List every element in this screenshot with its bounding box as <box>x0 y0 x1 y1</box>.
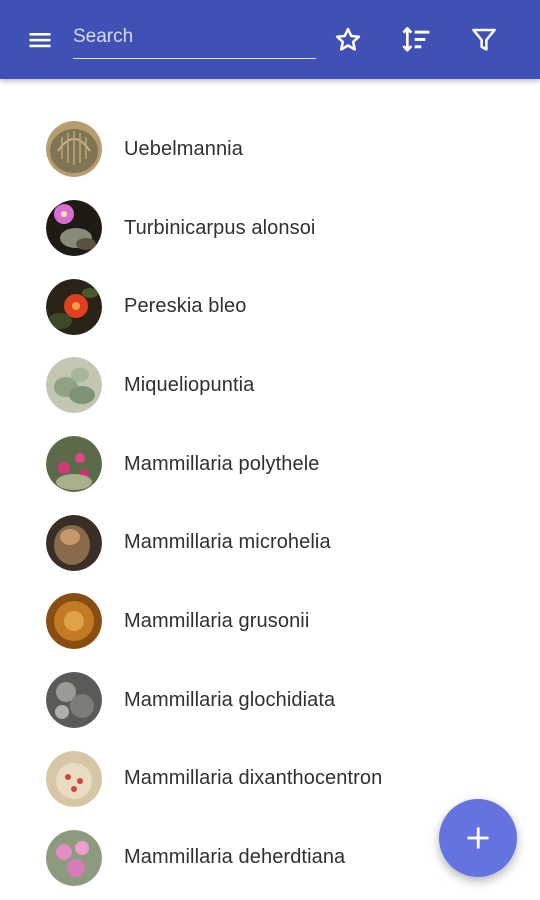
star-outline-icon <box>335 27 361 51</box>
plant-name: Uebelmannia <box>124 137 243 160</box>
plant-name: Mammillaria deherdtiana <box>124 846 346 869</box>
plant-thumbnail <box>46 750 102 807</box>
plant-list: Uebelmannia Turbinicarpus alonsoi Peresk… <box>0 110 540 897</box>
plant-name: Turbinicarpus alonsoi <box>124 216 316 239</box>
plant-name: Mammillaria grusonii <box>124 609 310 632</box>
list-item[interactable]: Miqueliopuntia <box>0 346 540 425</box>
plant-thumbnail <box>46 829 102 886</box>
plant-thumbnail <box>46 200 102 257</box>
plant-name: Mammillaria polythele <box>124 452 320 475</box>
plant-thumbnail <box>46 357 102 414</box>
plant-thumbnail <box>46 278 102 335</box>
search-input[interactable] <box>73 18 316 56</box>
app-screen: Uebelmannia Turbinicarpus alonsoi <box>0 0 540 900</box>
list-item[interactable]: Uebelmannia <box>0 110 540 189</box>
top-app-bar <box>0 0 540 79</box>
plant-thumbnail <box>46 672 102 729</box>
plant-name: Pereskia bleo <box>124 295 247 318</box>
add-button[interactable] <box>439 799 517 877</box>
list-item[interactable]: Mammillaria glochidiata <box>0 661 540 740</box>
list-item[interactable]: Mammillaria grusonii <box>0 582 540 661</box>
plant-name: Mammillaria dixanthocentron <box>124 767 383 790</box>
plant-name: Mammillaria glochidiata <box>124 688 336 711</box>
plant-name: Mammillaria microhelia <box>124 531 331 554</box>
plant-thumbnail <box>46 436 102 493</box>
plant-name: Miqueliopuntia <box>124 373 255 396</box>
plus-icon <box>467 827 489 849</box>
filter-icon <box>472 28 496 51</box>
plant-thumbnail <box>46 514 102 571</box>
favorites-button[interactable] <box>326 18 370 62</box>
filter-button[interactable] <box>462 18 506 62</box>
list-item[interactable]: Pereskia bleo <box>0 267 540 346</box>
plant-thumbnail <box>46 593 102 650</box>
plant-thumbnail <box>46 121 102 178</box>
list-item[interactable]: Turbinicarpus alonsoi <box>0 189 540 268</box>
list-item[interactable]: Mammillaria polythele <box>0 425 540 504</box>
list-item[interactable]: Mammillaria microhelia <box>0 503 540 582</box>
sort-icon <box>402 27 430 52</box>
sort-button[interactable] <box>394 18 438 62</box>
menu-button[interactable] <box>18 18 62 62</box>
search-field <box>73 18 316 59</box>
menu-icon <box>29 33 51 48</box>
